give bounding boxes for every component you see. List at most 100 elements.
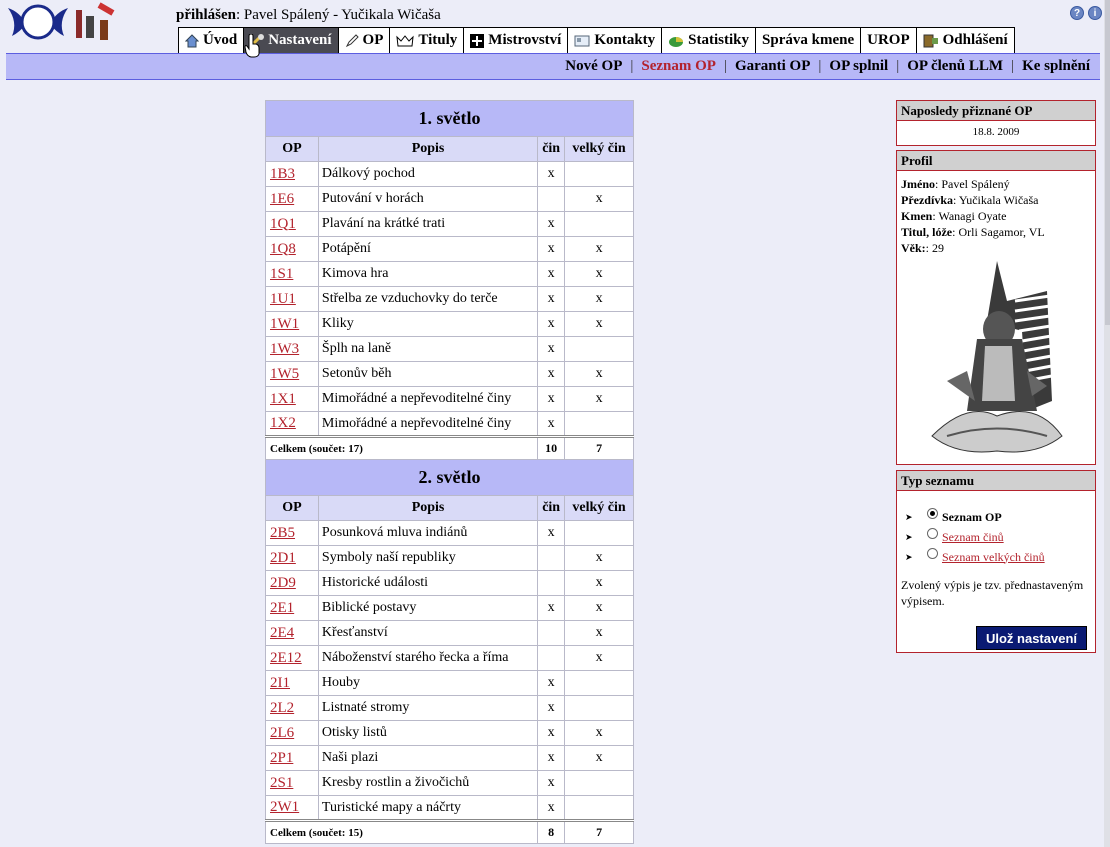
velky-cin-mark: x xyxy=(564,620,634,646)
op-code-link[interactable]: 1W1 xyxy=(270,316,299,332)
op-code-link[interactable]: 2E4 xyxy=(270,625,294,641)
panel-last-op: Naposledy přiznané OP 18.8. 2009 xyxy=(896,100,1096,146)
tab-kontakty[interactable]: Kontakty xyxy=(567,27,663,53)
velky-cin-mark xyxy=(564,161,634,187)
col-header-velky-cin: velký čin xyxy=(564,136,634,162)
op-code-link[interactable]: 2I1 xyxy=(270,675,290,691)
cin-mark xyxy=(537,620,566,646)
table-row: 2W1 Turistické mapy a náčrty x xyxy=(265,795,634,821)
table-row: 1X1 Mimořádné a nepřevoditelné činy x x xyxy=(265,386,634,412)
op-code-link[interactable]: 1W5 xyxy=(270,366,299,382)
op-code-link[interactable]: 1X2 xyxy=(270,415,296,431)
table-row: 2E12 Náboženství starého řecka a říma x xyxy=(265,645,634,671)
total-label: Celkem (součet: 17) xyxy=(264,435,539,460)
subnav-seznam-op[interactable]: Seznam OP xyxy=(641,58,716,75)
table-row: 2I1 Houby x xyxy=(265,670,634,696)
op-description: Setonův běh xyxy=(317,361,539,387)
tab-sprava-kmene[interactable]: Správa kmene xyxy=(755,27,862,53)
op-code-link[interactable]: 1U1 xyxy=(270,291,296,307)
op-code-link[interactable]: 2D1 xyxy=(270,550,296,566)
cin-mark: x xyxy=(537,311,566,337)
subnav-ke-splneni[interactable]: Ke splnění xyxy=(1022,58,1090,75)
velky-cin-mark xyxy=(564,211,634,237)
column-header-row: OP Popis čin velký čin xyxy=(265,495,634,521)
crown-icon xyxy=(396,34,415,48)
table-row: 1E6 Putování v horách x xyxy=(265,186,634,212)
table-row: 2D9 Historické události x xyxy=(265,570,634,596)
tab-tituly[interactable]: Tituly xyxy=(389,27,465,53)
op-code-link[interactable]: 1Q8 xyxy=(270,241,296,257)
cin-mark: x xyxy=(537,411,566,437)
velky-cin-mark xyxy=(564,695,634,721)
velky-cin-mark xyxy=(564,520,634,546)
tab-mistrovstvi[interactable]: Mistrovství xyxy=(463,27,569,53)
table-row: 1W1 Kliky x x xyxy=(265,311,634,337)
list-type-option-op[interactable]: ➤ Seznam OP xyxy=(905,507,1095,527)
velky-cin-mark: x xyxy=(564,545,634,571)
op-code-link[interactable]: 1W3 xyxy=(270,341,299,357)
op-code-link[interactable]: 1X1 xyxy=(270,391,296,407)
total-label: Celkem (součet: 15) xyxy=(264,819,539,844)
op-description: Střelba ze vzduchovky do terče xyxy=(317,286,539,312)
op-code-link[interactable]: 2S1 xyxy=(270,775,293,791)
total-cin: 10 xyxy=(537,435,566,460)
op-code-link[interactable]: 2B5 xyxy=(270,525,295,541)
scrollbar-thumb[interactable] xyxy=(1105,0,1110,325)
op-code-link[interactable]: 1Q1 xyxy=(270,216,296,232)
card-icon xyxy=(574,34,590,48)
save-settings-button[interactable]: Ulož nastavení xyxy=(975,626,1087,650)
profil-jmeno: Jméno: Pavel Spálený xyxy=(901,177,1010,191)
op-description: Mimořádné a nepřevoditelné činy xyxy=(317,386,539,412)
section-title: 2. světlo xyxy=(265,459,634,496)
radio-seznam-velkych-cinu[interactable] xyxy=(927,547,938,559)
op-code-link[interactable]: 1E6 xyxy=(270,191,294,207)
list-type-option-ciny[interactable]: ➤ Seznam činů xyxy=(905,527,1095,547)
cin-mark xyxy=(537,545,566,571)
radio-seznam-cinu[interactable] xyxy=(927,527,938,539)
op-code-link[interactable]: 2L6 xyxy=(270,725,294,741)
tab-odhlaseni[interactable]: Odhlášení xyxy=(915,27,1015,53)
subnav-op-splnil[interactable]: OP splnil xyxy=(829,58,888,75)
table-row: 2P1 Naši plazi x x xyxy=(265,745,634,771)
op-code-link[interactable]: 2E1 xyxy=(270,600,294,616)
op-description: Náboženství starého řecka a říma xyxy=(317,645,539,671)
cin-mark: x xyxy=(537,520,566,546)
op-code-link[interactable]: 2L2 xyxy=(270,700,294,716)
velky-cin-mark: x xyxy=(564,186,634,212)
cin-mark: x xyxy=(537,595,566,621)
panel-typ-seznamu: Typ seznamu ➤ Seznam OP ➤ Seznam činů ➤ … xyxy=(896,470,1096,653)
list-type-option-velke-ciny[interactable]: ➤ Seznam velkých činů xyxy=(905,547,1095,567)
section-title: 1. světlo xyxy=(265,100,634,137)
velky-cin-mark: x xyxy=(564,286,634,312)
op-code-link[interactable]: 2W1 xyxy=(270,799,299,815)
op-code-link[interactable]: 2E12 xyxy=(270,650,302,666)
velky-cin-mark: x xyxy=(564,720,634,746)
radio-seznam-op[interactable] xyxy=(927,507,938,519)
op-description: Šplh na laně xyxy=(317,336,539,362)
op-code-link[interactable]: 2D9 xyxy=(270,575,296,591)
profil-titul: Titul, lóže: Orli Sagamor, VL xyxy=(901,225,1045,239)
tab-statistiky[interactable]: Statistiky xyxy=(661,27,757,53)
info-icon[interactable]: i xyxy=(1088,6,1102,20)
op-code-link[interactable]: 2P1 xyxy=(270,750,293,766)
op-description: Listnaté stromy xyxy=(317,695,539,721)
subnav-op-clenu-llm[interactable]: OP členů LLM xyxy=(907,58,1003,75)
velky-cin-mark xyxy=(564,770,634,796)
op-code-link[interactable]: 1B3 xyxy=(270,166,295,182)
help-icon[interactable]: ? xyxy=(1070,6,1084,20)
op-code-link[interactable]: 1S1 xyxy=(270,266,293,282)
col-header-op: OP xyxy=(265,495,319,521)
subnav-nove-op[interactable]: Nové OP xyxy=(565,58,622,75)
op-description: Houby xyxy=(317,670,539,696)
table-row: 2E4 Křesťanství x xyxy=(265,620,634,646)
tab-uvod[interactable]: Úvod xyxy=(178,27,245,53)
subnav-garanti-op[interactable]: Garanti OP xyxy=(735,58,810,75)
table-row: 1S1 Kimova hra x x xyxy=(265,261,634,287)
velky-cin-mark: x xyxy=(564,311,634,337)
cin-mark: x xyxy=(537,695,566,721)
op-description: Kresby rostlin a živočichů xyxy=(317,770,539,796)
table-row: 2L2 Listnaté stromy x xyxy=(265,695,634,721)
tab-urop[interactable]: UROP xyxy=(860,27,917,53)
op-description: Křesťanství xyxy=(317,620,539,646)
tab-op[interactable]: OP xyxy=(337,27,391,53)
